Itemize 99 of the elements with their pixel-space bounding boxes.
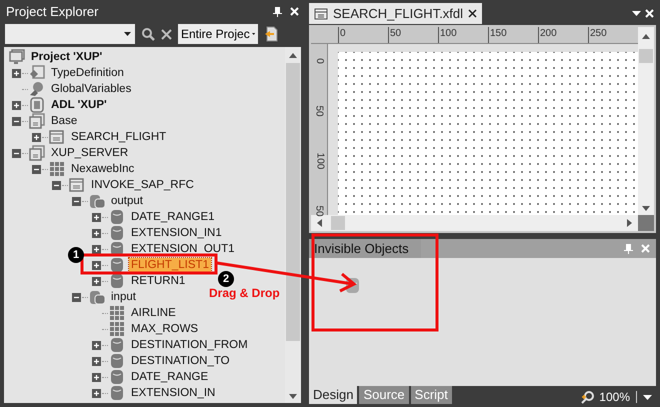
search-icon[interactable] bbox=[141, 27, 155, 41]
tree-item[interactable]: XUP_SERVER bbox=[49, 146, 130, 160]
cylinder-icon bbox=[109, 337, 125, 353]
collapse-icon[interactable] bbox=[32, 164, 41, 174]
tree-item[interactable]: RETURN1 bbox=[129, 274, 188, 288]
cylinder-icon bbox=[109, 225, 125, 241]
expand-icon[interactable] bbox=[92, 244, 101, 254]
expand-icon[interactable] bbox=[92, 372, 101, 382]
expand-icon[interactable] bbox=[92, 276, 101, 286]
tree-item[interactable]: EXTENSION_OUT1 bbox=[129, 242, 237, 256]
expand-icon[interactable] bbox=[92, 388, 101, 398]
clear-icon[interactable] bbox=[161, 28, 172, 40]
scrollbar-thumb[interactable] bbox=[639, 49, 653, 63]
collapse-icon[interactable] bbox=[12, 116, 21, 126]
scroll-down-icon[interactable] bbox=[289, 394, 297, 399]
tree-item[interactable]: AIRLINE bbox=[129, 306, 178, 320]
tree-item[interactable]: input bbox=[109, 290, 138, 304]
expand-icon[interactable] bbox=[92, 212, 101, 222]
tree-item[interactable]: EXTENSION_IN bbox=[129, 386, 218, 400]
editor-tab[interactable]: SEARCH_FLIGHT.xfdl bbox=[309, 3, 482, 24]
cylinders-icon bbox=[89, 289, 105, 305]
annotation-caption: Drag & Drop bbox=[209, 285, 280, 302]
scope-dropdown[interactable]: Entire Projec bbox=[178, 24, 258, 44]
expand-icon[interactable] bbox=[92, 260, 101, 270]
tree-item[interactable]: GlobalVariables bbox=[49, 82, 134, 96]
panel-title: Invisible Objects bbox=[309, 239, 421, 258]
panel-title: Project Explorer bbox=[6, 2, 100, 21]
tree-item[interactable]: DATE_RANGE1 bbox=[129, 210, 217, 224]
collapse-icon[interactable] bbox=[12, 148, 21, 158]
scroll-up-icon[interactable] bbox=[642, 34, 650, 39]
tree-item[interactable]: MAX_ROWS bbox=[129, 322, 200, 336]
cylinder-icon bbox=[109, 209, 125, 225]
tree-item[interactable]: DESTINATION_TO bbox=[129, 354, 232, 368]
tree-item[interactable]: SEARCH_FLIGHT bbox=[69, 130, 168, 144]
scroll-right-icon[interactable] bbox=[627, 219, 632, 227]
scrollbar-corner bbox=[638, 215, 654, 231]
caret-icon bbox=[124, 32, 131, 36]
ruler-label: 100 bbox=[440, 28, 457, 39]
expand-icon[interactable] bbox=[92, 356, 101, 366]
cylinder-icon bbox=[109, 369, 125, 385]
windows-icon bbox=[29, 113, 45, 129]
cylinders-icon bbox=[89, 193, 105, 209]
expand-icon[interactable] bbox=[12, 68, 21, 78]
tree-item[interactable]: TypeDefinition bbox=[49, 66, 126, 80]
grid-icon bbox=[109, 321, 125, 337]
windows-icon bbox=[29, 145, 45, 161]
scrollbar-thumb[interactable] bbox=[331, 216, 345, 230]
scrollbar-thumb[interactable] bbox=[286, 63, 300, 341]
tree-item[interactable]: EXTENSION_IN1 bbox=[129, 226, 224, 240]
collapse-icon[interactable] bbox=[72, 292, 81, 302]
cylinder-icon bbox=[109, 273, 125, 289]
ruler-label: 50 bbox=[314, 205, 324, 217]
close-icon[interactable] bbox=[468, 9, 478, 18]
tree-item[interactable]: NexawebInc bbox=[69, 162, 136, 176]
expand-icon[interactable] bbox=[32, 132, 41, 142]
cylinder-icon bbox=[109, 353, 125, 369]
diamond-window-icon bbox=[29, 65, 45, 81]
grid-icon bbox=[109, 305, 125, 321]
expand-icon[interactable] bbox=[92, 340, 101, 350]
scrollbar[interactable] bbox=[285, 47, 301, 403]
caret-icon bbox=[252, 32, 255, 36]
shield-icon bbox=[29, 97, 45, 113]
scrollbar[interactable] bbox=[638, 27, 654, 215]
window-icon bbox=[314, 8, 328, 20]
zoom-level: 100% bbox=[599, 389, 630, 406]
pin-icon[interactable] bbox=[273, 6, 282, 16]
view-tab[interactable]: Design bbox=[309, 386, 358, 404]
window-icon bbox=[49, 129, 65, 145]
ruler-label: 150 bbox=[490, 28, 507, 39]
tree-item[interactable]: DATE_RANGE bbox=[129, 370, 210, 384]
grid-icon bbox=[49, 161, 65, 177]
tree-item[interactable]: ADL 'XUP' bbox=[49, 98, 109, 112]
collapse-icon[interactable] bbox=[52, 180, 61, 190]
dropdown-icon[interactable] bbox=[643, 394, 652, 400]
ruler-label: 50 bbox=[390, 28, 402, 39]
dropdown-icon[interactable] bbox=[632, 11, 641, 16]
collapse-icon[interactable] bbox=[72, 196, 81, 206]
tree-item[interactable]: output bbox=[109, 194, 145, 208]
tree-item[interactable]: Project 'XUP' bbox=[29, 50, 104, 64]
ruler-label: 0 bbox=[340, 28, 346, 39]
ruler-label: 100 bbox=[314, 152, 324, 170]
zoom-icon[interactable] bbox=[581, 390, 596, 404]
cylinder-icon bbox=[109, 257, 125, 273]
expand-icon[interactable] bbox=[12, 100, 21, 110]
ruler-label: 250 bbox=[590, 28, 607, 39]
tree-item[interactable]: INVOKE_SAP_RFC bbox=[89, 178, 196, 192]
expand-icon[interactable] bbox=[92, 228, 101, 238]
scroll-left-icon[interactable] bbox=[317, 219, 322, 227]
document-icon[interactable] bbox=[264, 26, 280, 42]
scroll-down-icon[interactable] bbox=[642, 206, 650, 211]
window-icon bbox=[69, 177, 85, 193]
scroll-up-icon[interactable] bbox=[289, 53, 297, 58]
tree-item[interactable]: DESTINATION_FROM bbox=[129, 338, 250, 352]
ruler-label: 50 bbox=[314, 105, 324, 117]
tree-item[interactable]: Base bbox=[49, 114, 80, 128]
ruler-label: 0 bbox=[314, 58, 324, 64]
design-canvas[interactable] bbox=[338, 52, 638, 215]
scrollbar[interactable] bbox=[311, 215, 638, 231]
ruler-label: 200 bbox=[540, 28, 557, 39]
